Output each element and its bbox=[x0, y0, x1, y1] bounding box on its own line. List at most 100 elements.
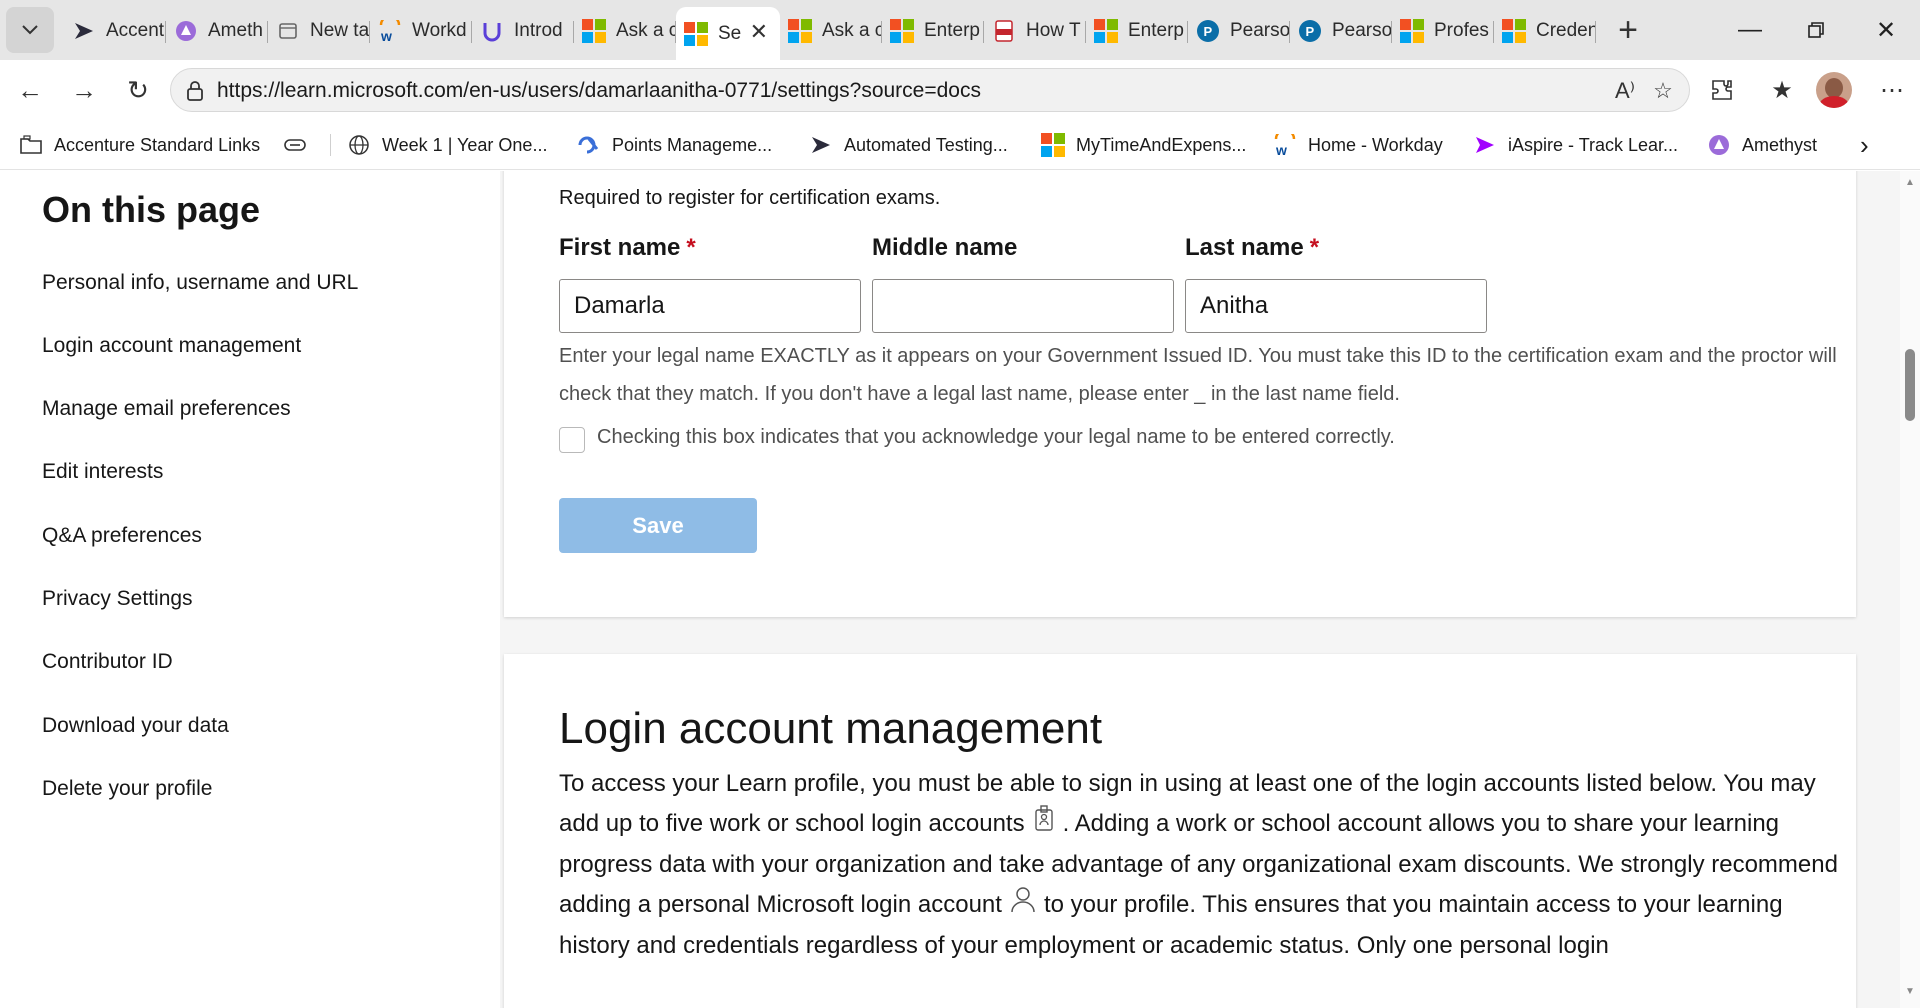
bookmark-label: Week 1 | Year One... bbox=[382, 134, 548, 155]
tab[interactable]: Ask a c bbox=[780, 7, 882, 55]
site-info-lock-icon[interactable] bbox=[185, 80, 205, 107]
sidebar-link[interactable]: Q&A preferences bbox=[42, 524, 202, 548]
scroll-up-arrow-icon[interactable]: ▲ bbox=[1904, 177, 1916, 189]
sidebar-link[interactable]: Download your data bbox=[42, 714, 229, 738]
page-scrollbar[interactable]: ▲ ▼ bbox=[1900, 171, 1920, 1008]
close-tab-icon[interactable]: ✕ bbox=[750, 19, 768, 45]
url-text[interactable]: https://learn.microsoft.com/en-us/users/… bbox=[217, 79, 981, 103]
save-button[interactable]: Save bbox=[559, 498, 757, 553]
minimize-icon[interactable]: — bbox=[1730, 10, 1770, 50]
tab[interactable]: w Workd bbox=[370, 7, 472, 55]
microsoft-icon bbox=[1400, 19, 1424, 43]
tab[interactable]: Creden bbox=[1494, 7, 1596, 55]
read-aloud-icon[interactable]: A⁾ bbox=[1611, 77, 1639, 105]
tab-title: Introd bbox=[514, 20, 563, 41]
scrollbar-thumb[interactable] bbox=[1905, 349, 1915, 421]
bookmark-item[interactable]: Week 1 | Year One... bbox=[346, 130, 547, 160]
pdf-icon bbox=[992, 19, 1016, 43]
new-tab-button[interactable]: + bbox=[1608, 10, 1648, 50]
refresh-icon[interactable]: ↻ bbox=[118, 70, 158, 110]
tab[interactable]: Ask a c bbox=[574, 7, 676, 55]
acknowledge-checkbox[interactable] bbox=[559, 427, 585, 453]
extensions-icon[interactable] bbox=[1704, 72, 1740, 108]
sidebar-link[interactable]: Login account management bbox=[42, 334, 301, 358]
workday-icon: w bbox=[1272, 132, 1298, 158]
tab-title: Pearso bbox=[1332, 20, 1392, 41]
bookmark-item[interactable]: Points Manageme... bbox=[576, 130, 772, 160]
sidebar-link[interactable]: Personal info, username and URL bbox=[42, 271, 358, 295]
tab[interactable]: P Pearso bbox=[1188, 7, 1290, 55]
login-account-description: To access your Learn profile, you must b… bbox=[559, 770, 1838, 960]
address-bar[interactable]: https://learn.microsoft.com/en-us/users/… bbox=[170, 68, 1690, 112]
tab[interactable]: Accent bbox=[64, 7, 166, 55]
bookmark-label: Automated Testing... bbox=[844, 134, 1008, 155]
back-icon[interactable]: ← bbox=[10, 70, 50, 110]
sidebar-link[interactable]: Edit interests bbox=[42, 460, 163, 484]
sidebar-link[interactable]: Privacy Settings bbox=[42, 587, 193, 611]
amethyst-icon bbox=[1706, 132, 1732, 158]
favorite-star-icon[interactable]: ☆ bbox=[1649, 77, 1677, 105]
bookmark-item[interactable]: Accenture Standard Links bbox=[18, 130, 260, 160]
sidebar-link[interactable]: Manage email preferences bbox=[42, 397, 291, 421]
tab-title: Profes bbox=[1434, 20, 1489, 41]
tab[interactable]: Enterp bbox=[1086, 7, 1188, 55]
sidebar-link[interactable]: Contributor ID bbox=[42, 650, 173, 674]
points-icon bbox=[576, 132, 602, 158]
tab-active[interactable]: Se ✕ bbox=[676, 7, 780, 61]
tab[interactable]: Profes bbox=[1392, 7, 1494, 55]
accenture-icon bbox=[808, 132, 834, 158]
tab-actions-chevron-icon[interactable] bbox=[6, 7, 54, 53]
tab[interactable]: How T bbox=[984, 7, 1086, 55]
sidebar-link[interactable]: Delete your profile bbox=[42, 777, 212, 801]
tab[interactable]: New ta bbox=[268, 7, 370, 55]
microsoft-icon bbox=[890, 19, 914, 43]
svg-text:w: w bbox=[1275, 142, 1287, 156]
forward-icon[interactable]: → bbox=[64, 70, 104, 110]
on-this-page-heading: On this page bbox=[42, 189, 261, 230]
bookmark-item[interactable]: Amethyst bbox=[1706, 130, 1817, 160]
first-name-field[interactable] bbox=[559, 279, 861, 333]
acknowledge-label[interactable]: Checking this box indicates that you ack… bbox=[597, 426, 1395, 449]
on-this-page-nav: On this page Personal info, username and… bbox=[0, 171, 500, 1008]
browser-tab-strip: Accent Ameth New ta w Workd Introd Ask a c Se ✕ A… bbox=[0, 0, 1920, 61]
svg-text:P: P bbox=[1306, 24, 1315, 39]
bookmark-label: Points Manageme... bbox=[612, 134, 773, 155]
tab-title: Creden bbox=[1536, 20, 1596, 41]
profile-avatar[interactable] bbox=[1816, 72, 1852, 108]
bookmark-label: iAspire - Track Lear... bbox=[1508, 134, 1679, 155]
udemy-icon bbox=[480, 19, 504, 43]
bookmark-item[interactable] bbox=[282, 130, 318, 160]
tab-title: Accent bbox=[106, 20, 165, 41]
close-window-icon[interactable]: ✕ bbox=[1866, 10, 1906, 50]
tab[interactable]: Introd bbox=[472, 7, 574, 55]
settings-more-icon[interactable]: ⋯ bbox=[1874, 72, 1910, 108]
folder-icon bbox=[18, 132, 44, 158]
last-name-field[interactable] bbox=[1185, 279, 1487, 333]
more-bookmarks-chevron-icon[interactable]: › bbox=[1860, 130, 1869, 160]
tab-title: Enterp bbox=[924, 20, 980, 41]
login-account-card: Login account management To access your … bbox=[504, 654, 1856, 1008]
svg-text:w: w bbox=[380, 28, 392, 42]
bookmark-item[interactable]: w Home - Workday bbox=[1272, 130, 1443, 160]
favorites-bar: Accenture Standard Links Week 1 | Year On… bbox=[0, 120, 1920, 170]
favorites-icon[interactable]: ★ bbox=[1764, 72, 1800, 108]
tab-title: Workd bbox=[412, 20, 467, 41]
scroll-down-arrow-icon[interactable]: ▼ bbox=[1904, 986, 1916, 998]
bookmark-item[interactable]: MyTimeAndExpens... bbox=[1040, 130, 1246, 160]
microsoft-icon bbox=[1094, 19, 1118, 43]
work-school-account-icon bbox=[1033, 804, 1055, 845]
personal-account-icon bbox=[1010, 885, 1036, 926]
tab[interactable]: P Pearso bbox=[1290, 7, 1392, 55]
tab[interactable]: Enterp bbox=[882, 7, 984, 55]
microsoft-icon bbox=[684, 22, 708, 46]
amethyst-icon bbox=[174, 19, 198, 43]
svg-text:P: P bbox=[1204, 24, 1213, 39]
tab-title: Ameth bbox=[208, 20, 263, 41]
bookmark-item[interactable]: iAspire - Track Lear... bbox=[1472, 130, 1678, 160]
middle-name-field[interactable] bbox=[872, 279, 1174, 333]
bookmark-label: Accenture Standard Links bbox=[54, 134, 261, 155]
bookmark-item[interactable]: Automated Testing... bbox=[808, 130, 1008, 160]
tab[interactable]: Ameth bbox=[166, 7, 268, 55]
restore-icon[interactable] bbox=[1796, 10, 1836, 50]
bookmark-separator bbox=[330, 134, 331, 156]
